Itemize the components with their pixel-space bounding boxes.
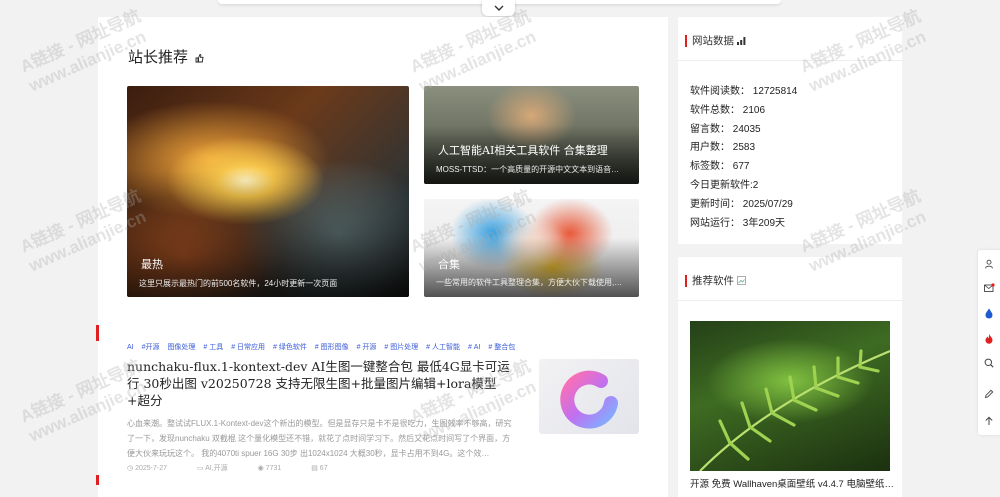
stat-item: 网站运行： 3年209天 bbox=[690, 217, 786, 229]
card-title: 合集 bbox=[438, 258, 460, 271]
featured-card-collection[interactable]: 合集 一些常用的软件工具整理合集，方便大伙下载使用,想… bbox=[424, 199, 639, 297]
post-tag[interactable]: 图像处理 bbox=[167, 344, 195, 351]
logo-ring-image bbox=[560, 370, 618, 429]
divider bbox=[678, 60, 902, 61]
card-description: 这里只展示最热门的前500名软件，24小时更新一次页面 bbox=[139, 279, 338, 288]
thumbs-up-icon bbox=[195, 54, 204, 63]
floating-toolbar bbox=[978, 250, 1000, 435]
stats-heading: 网站数据 bbox=[685, 33, 746, 48]
card-description: MOSS-TTSD：一个高质量的开源中文文本到语音合成… bbox=[436, 165, 627, 174]
stat-item: 用户数： 2583 bbox=[690, 142, 756, 154]
post-tag-list: AI #开源 图像处理 # 工具 # 日常应用 # 绿色软件 # 图形图像 # … bbox=[127, 342, 521, 352]
post-tag[interactable]: # 人工智能 bbox=[426, 344, 460, 351]
post-date-text: 2025-7-27 bbox=[135, 465, 167, 472]
post-category-text: AI,开源 bbox=[205, 465, 228, 472]
featured-card-hot[interactable]: 最热 这里只展示最热门的前500名软件，24小时更新一次页面 bbox=[127, 86, 409, 297]
post-tag[interactable]: AI bbox=[127, 344, 134, 351]
post-thumbnail[interactable] bbox=[539, 359, 639, 434]
section-title: 站长推荐 bbox=[128, 46, 204, 67]
recommend-panel: 推荐软件 开源 免费 Wallhaven桌面壁纸 v4.4.7 电脑壁纸… bbox=[678, 257, 902, 497]
card-description: 一些常用的软件工具整理合集，方便大伙下载使用,想… bbox=[436, 278, 627, 287]
mail-icon[interactable] bbox=[983, 282, 995, 294]
stat-item: 更新时间： 2025/07/29 bbox=[690, 198, 793, 210]
post-category[interactable]: ▭ AI,开源 bbox=[197, 465, 242, 472]
post-tag[interactable]: # 日常应用 bbox=[231, 344, 265, 351]
post-tag[interactable]: # 开源 bbox=[357, 344, 377, 351]
drop-icon[interactable] bbox=[983, 307, 995, 319]
broken-image-icon bbox=[737, 276, 746, 285]
collapse-toggle[interactable] bbox=[482, 0, 515, 16]
heading-accent-bar bbox=[685, 274, 687, 287]
stat-item: 留言数： 24035 bbox=[690, 123, 761, 135]
chevron-down-icon bbox=[494, 5, 503, 11]
signal-icon bbox=[737, 36, 746, 45]
post-date: ◷ 2025-7-27 bbox=[127, 465, 167, 472]
post-comments: ▤ 67 bbox=[311, 465, 328, 472]
stats-heading-text: 网站数据 bbox=[692, 35, 734, 47]
stat-item: 标签数： 677 bbox=[690, 161, 750, 173]
stat-item: 今日更新软件:2 bbox=[690, 179, 759, 191]
featured-card-ai-tools[interactable]: 人工智能AI相关工具软件 合集整理 MOSS-TTSD：一个高质量的开源中文文本… bbox=[424, 86, 639, 184]
arrow-up-icon[interactable] bbox=[983, 415, 995, 427]
fire-icon[interactable] bbox=[983, 332, 995, 344]
heading-accent-bar bbox=[685, 34, 687, 47]
post-comments-text: 67 bbox=[319, 465, 328, 472]
list-accent-bar bbox=[96, 325, 99, 341]
recommend-caption[interactable]: 开源 免费 Wallhaven桌面壁纸 v4.4.7 电脑壁纸… bbox=[690, 476, 894, 490]
post-tag[interactable]: # 绿色软件 bbox=[273, 344, 307, 351]
post-views: ◉ 7731 bbox=[257, 465, 282, 472]
recommend-image[interactable] bbox=[690, 321, 890, 471]
user-icon[interactable] bbox=[983, 258, 995, 270]
list-accent-bar bbox=[96, 475, 99, 485]
post-tag[interactable]: # 工具 bbox=[203, 344, 223, 351]
post-tag[interactable]: #开源 bbox=[142, 344, 160, 351]
stat-item: 软件阅读数： 12725814 bbox=[690, 86, 798, 97]
post-views-text: 7731 bbox=[265, 465, 282, 472]
post-tag[interactable]: # AI bbox=[468, 344, 480, 351]
stat-item: 软件总数： 2106 bbox=[690, 104, 766, 116]
search-icon[interactable] bbox=[983, 357, 995, 369]
site-stats-panel: 网站数据 软件阅读数： 12725814 软件总数： 2106 留言数： 240… bbox=[678, 17, 902, 244]
divider bbox=[678, 300, 902, 301]
card-title: 人工智能AI相关工具软件 合集整理 bbox=[438, 144, 608, 157]
stats-list: 软件阅读数： 12725814 软件总数： 2106 留言数： 24035 用户… bbox=[690, 83, 797, 233]
post-tag[interactable]: # 整合包 bbox=[488, 344, 515, 351]
post-meta: ◷ 2025-7-27 ▭ AI,开源 ◉ 7731 ▤ 67 bbox=[127, 463, 356, 473]
recommend-heading-text: 推荐软件 bbox=[692, 275, 734, 287]
fern-leaf-image bbox=[699, 349, 890, 471]
card-title: 最热 bbox=[141, 258, 163, 271]
edit-icon[interactable] bbox=[983, 388, 995, 400]
post-title-link[interactable]: nunchaku-flux.1-kontext-dev AI生图一键整合包 最低… bbox=[127, 358, 512, 409]
post-excerpt: 心血来潮。整试试FLUX.1-Kontext-dev这个新出的模型。但是显存只是… bbox=[127, 419, 512, 458]
recommend-heading: 推荐软件 bbox=[685, 273, 746, 288]
post-tag[interactable]: # 图片处理 bbox=[384, 344, 418, 351]
post-tag[interactable]: # 图形图像 bbox=[315, 344, 349, 351]
section-title-text: 站长推荐 bbox=[128, 48, 189, 66]
